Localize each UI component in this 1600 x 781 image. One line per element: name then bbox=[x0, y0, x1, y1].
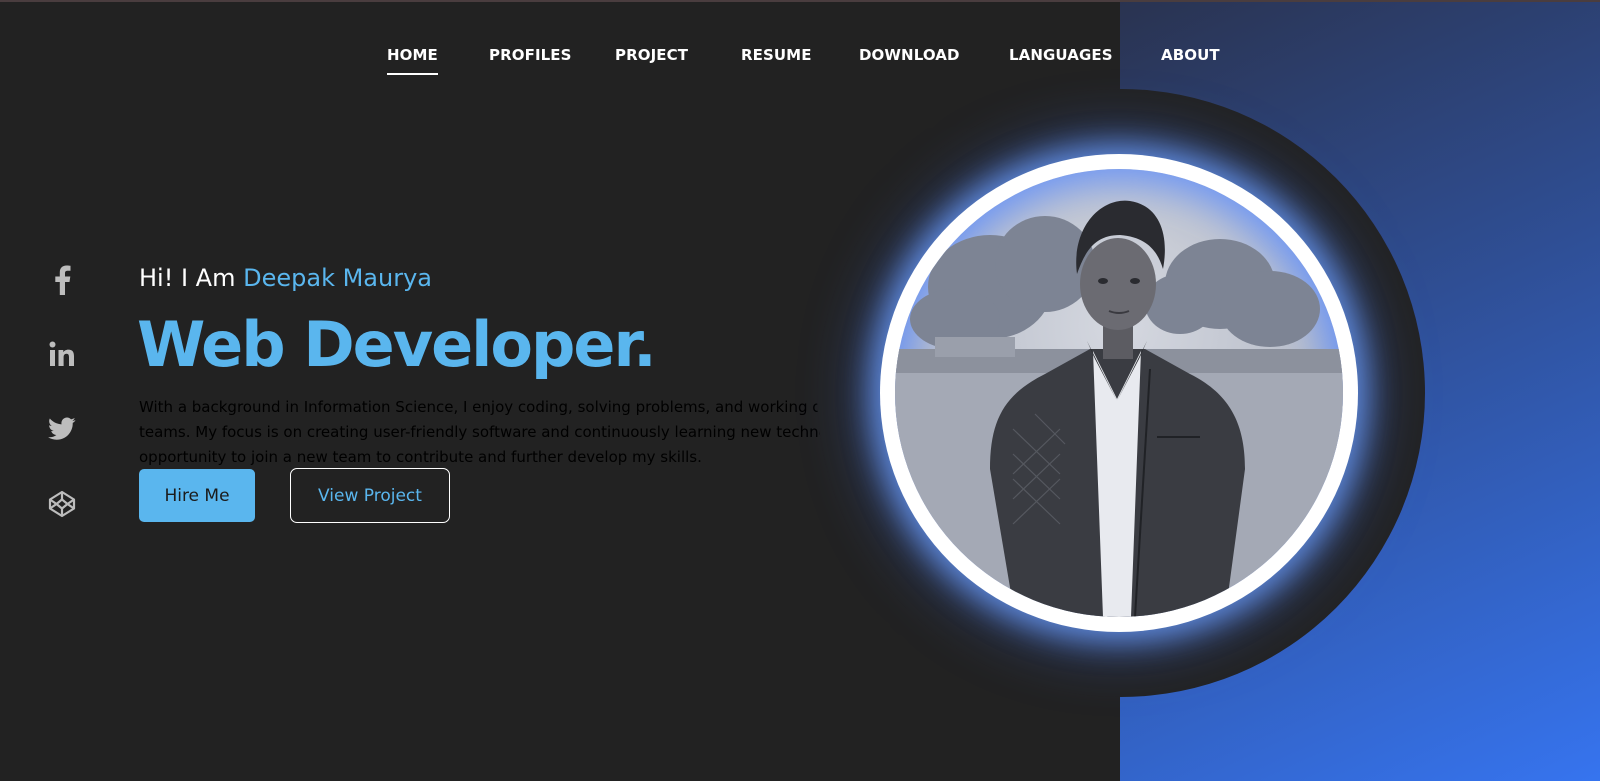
top-divider bbox=[0, 0, 1600, 2]
view-project-button[interactable]: View Project bbox=[290, 468, 450, 523]
profile-photo-frame bbox=[880, 154, 1358, 632]
nav-item-profiles[interactable]: PROFILES bbox=[489, 46, 572, 64]
facebook-icon[interactable] bbox=[44, 262, 80, 298]
codepen-icon[interactable] bbox=[44, 486, 80, 522]
main-nav: HOME PROFILES PROJECT RESUME DOWNLOAD LA… bbox=[0, 46, 1600, 78]
hero-description: With a background in Information Science… bbox=[139, 395, 1001, 470]
nav-item-project[interactable]: PROJECT bbox=[615, 46, 688, 64]
greeting-prefix: Hi! I Am bbox=[139, 264, 244, 292]
description-line: teams. My focus is on creating user-frie… bbox=[139, 423, 1001, 441]
nav-item-languages[interactable]: LANGUAGES bbox=[1009, 46, 1113, 64]
profile-photo bbox=[895, 169, 1343, 617]
hire-me-button[interactable]: Hire Me bbox=[139, 469, 255, 522]
page: HOME PROFILES PROJECT RESUME DOWNLOAD LA… bbox=[0, 0, 1600, 781]
nav-item-resume[interactable]: RESUME bbox=[741, 46, 812, 64]
nav-item-home[interactable]: HOME bbox=[387, 46, 438, 75]
linkedin-icon[interactable] bbox=[44, 336, 80, 372]
description-line: With a background in Information Science… bbox=[139, 398, 831, 416]
description-line: opportunity to join a new team to contri… bbox=[139, 448, 702, 466]
nav-item-about[interactable]: ABOUT bbox=[1161, 46, 1220, 64]
hero-title: Web Developer. bbox=[137, 308, 657, 381]
hero-name: Deepak Maurya bbox=[243, 264, 432, 292]
nav-item-download[interactable]: DOWNLOAD bbox=[859, 46, 960, 64]
hero-greeting: Hi! I Am Deepak Maurya bbox=[139, 264, 432, 292]
twitter-icon[interactable] bbox=[44, 411, 80, 447]
